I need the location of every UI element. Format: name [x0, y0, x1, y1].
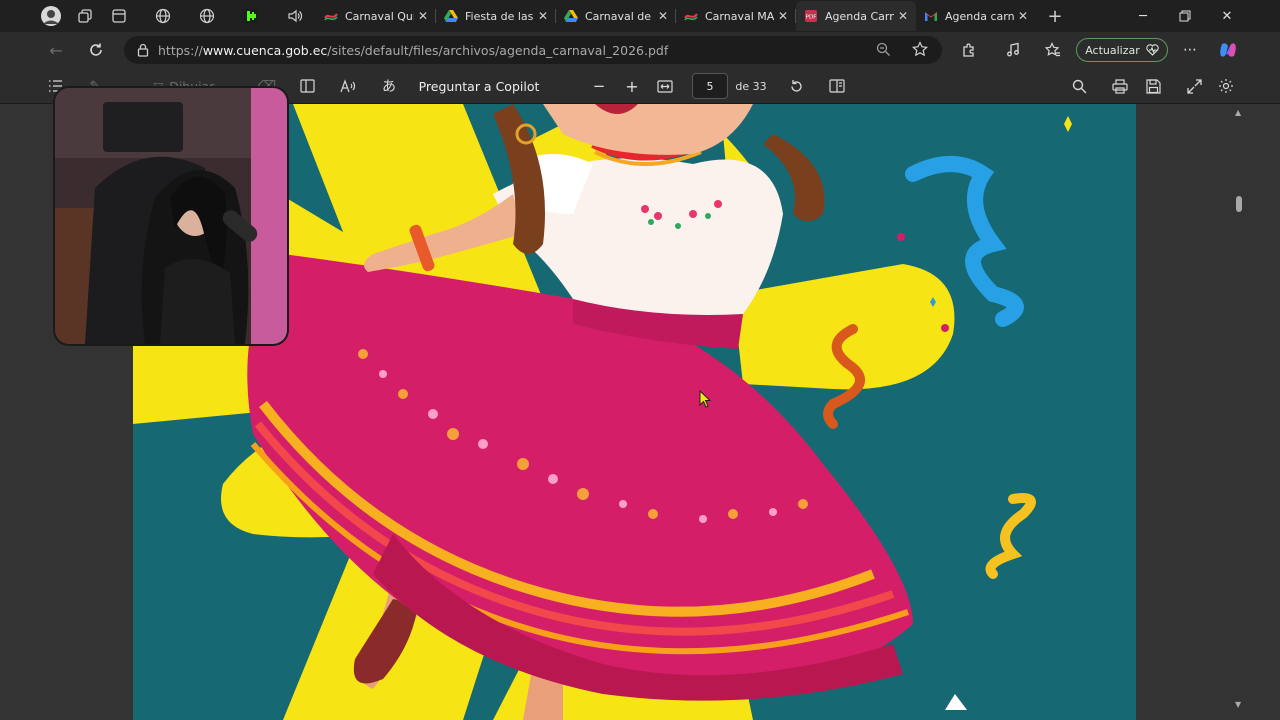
update-button[interactable]: Actualizar	[1076, 38, 1168, 62]
browser-tab[interactable]: Carnaval MA ✕	[676, 1, 796, 31]
google-drive-icon	[564, 9, 578, 23]
rotate-icon[interactable]	[785, 74, 807, 98]
favorite-star-icon[interactable]	[912, 41, 928, 57]
globe-icon[interactable]	[192, 1, 222, 31]
webcam-overlay	[55, 88, 287, 344]
page-number-input[interactable]: 5	[692, 73, 728, 99]
close-tab-icon[interactable]: ✕	[778, 9, 788, 23]
translate-icon[interactable]: あ	[378, 74, 400, 98]
page-total: de 33	[735, 79, 767, 93]
zoom-icon[interactable]	[876, 42, 891, 57]
svg-text:PDF: PDF	[806, 15, 817, 21]
new-tab-icon[interactable]: +	[1040, 1, 1070, 31]
fullscreen-icon[interactable]	[1183, 74, 1205, 98]
tab-label: Fiesta de las	[465, 9, 534, 23]
restore-icon[interactable]	[1164, 0, 1206, 32]
profile-avatar-icon[interactable]	[36, 1, 66, 31]
vertical-scrollbar[interactable]: ▲ ▼	[1232, 104, 1246, 720]
scroll-down-icon[interactable]: ▼	[1235, 700, 1241, 709]
settings-gear-icon[interactable]	[1215, 74, 1237, 98]
close-tab-icon[interactable]: ✕	[658, 9, 668, 23]
scrollbar-thumb[interactable]	[1236, 196, 1242, 212]
close-tab-icon[interactable]: ✕	[418, 9, 428, 23]
zoom-out-icon[interactable]: −	[588, 74, 610, 98]
mouse-cursor-icon	[699, 389, 712, 412]
address-bar: ← https://www.cuenca.gob.ec/sites/defaul…	[0, 32, 1280, 68]
pdf-icon: PDF	[804, 9, 818, 23]
scroll-up-icon[interactable]: ▲	[1235, 108, 1241, 117]
tab-label: Agenda Carn	[825, 9, 894, 23]
refresh-icon[interactable]	[82, 38, 110, 62]
media-control-icon[interactable]	[999, 38, 1027, 62]
tab-label: Carnaval de C	[585, 9, 654, 23]
browser-tab[interactable]: Fiesta de las ✕	[436, 1, 556, 31]
speaker-icon[interactable]	[280, 1, 310, 31]
google-drive-icon	[444, 9, 458, 23]
tab-label: Carnaval Qui	[345, 9, 414, 23]
globe-icon[interactable]	[148, 1, 178, 31]
update-label: Actualizar	[1085, 43, 1140, 57]
zoom-in-icon[interactable]: +	[621, 74, 643, 98]
tab-label: Agenda carn	[945, 9, 1014, 23]
heart-pulse-icon	[1146, 44, 1159, 56]
browser-tab-active[interactable]: PDF Agenda Carn ✕	[796, 1, 916, 31]
close-window-icon[interactable]: ✕	[1206, 0, 1248, 32]
save-icon[interactable]	[1142, 74, 1164, 98]
page-view-icon[interactable]	[826, 74, 848, 98]
favorites-icon[interactable]	[1039, 38, 1067, 62]
ask-copilot-label: Preguntar a Copilot	[418, 78, 540, 94]
tab-label: Carnaval MA	[705, 9, 774, 23]
minimize-icon[interactable]: ─	[1122, 0, 1164, 32]
copilot-icon[interactable]	[1214, 38, 1242, 62]
kick-icon[interactable]	[236, 1, 266, 31]
tab-bar: Carnaval Qui ✕ Fiesta de las ✕ Carnaval …	[0, 0, 1280, 32]
ask-copilot-button[interactable]: Preguntar a Copilot	[418, 74, 540, 98]
back-icon[interactable]: ←	[42, 38, 70, 62]
ribbon-icon	[324, 9, 338, 23]
close-tab-icon[interactable]: ✕	[538, 9, 548, 23]
close-tab-icon[interactable]: ✕	[1018, 9, 1028, 23]
lock-icon[interactable]	[136, 43, 150, 57]
read-aloud-icon[interactable]	[337, 74, 359, 98]
browser-tab[interactable]: Carnaval de C ✕	[556, 1, 676, 31]
browser-tab[interactable]: Agenda carn ✕	[916, 1, 1036, 31]
workspaces-icon[interactable]	[70, 1, 100, 31]
ribbon-icon	[684, 9, 698, 23]
more-menu-icon[interactable]: ⋯	[1176, 38, 1204, 62]
url-field[interactable]: https://www.cuenca.gob.ec/sites/default/…	[124, 36, 942, 64]
text-box-icon[interactable]	[296, 74, 318, 98]
url-text: https://www.cuenca.gob.ec/sites/default/…	[158, 42, 669, 58]
search-icon[interactable]	[1068, 74, 1090, 98]
browser-tab[interactable]: Carnaval Qui ✕	[316, 1, 436, 31]
extensions-icon[interactable]	[955, 38, 983, 62]
streamer-webcam-image	[55, 88, 287, 344]
print-icon[interactable]	[1109, 74, 1131, 98]
gmail-icon	[924, 9, 938, 23]
tab-actions-icon[interactable]	[104, 1, 134, 31]
close-tab-icon[interactable]: ✕	[898, 9, 908, 23]
fit-width-icon[interactable]	[654, 74, 676, 98]
